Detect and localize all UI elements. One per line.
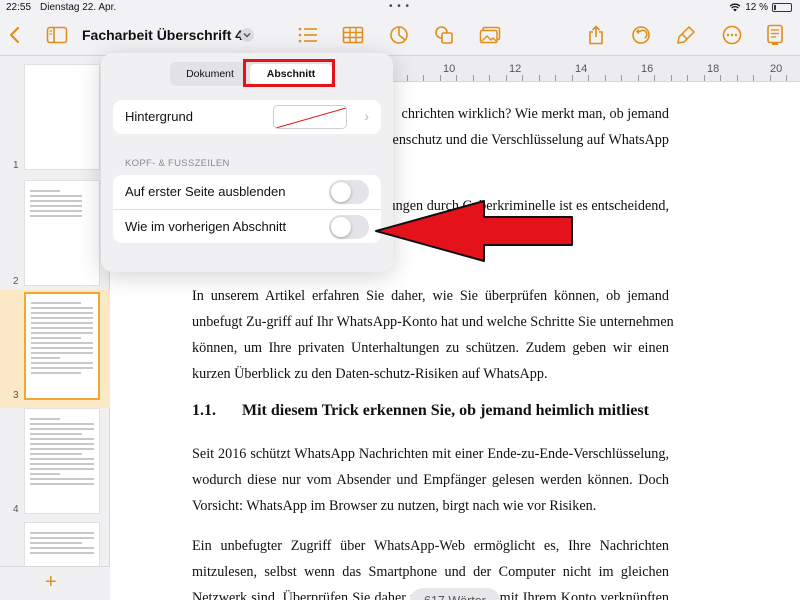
background-card: Hintergrund › bbox=[113, 100, 381, 134]
format-brush-icon[interactable] bbox=[673, 22, 699, 48]
ruler-tick bbox=[489, 75, 490, 81]
ruler-tick bbox=[572, 75, 573, 81]
battery-percent: 12 % bbox=[745, 2, 768, 13]
ruler-number: 16 bbox=[641, 63, 654, 75]
chart-icon[interactable] bbox=[386, 22, 412, 48]
status-time: 22:55 bbox=[6, 2, 32, 13]
pages-app-window: 22:55 Dienstag 22. Apr. • • • 12 % Facha… bbox=[0, 0, 800, 600]
text-line: unbefugt Zu-griff auf Ihr WhatsApp-Konto… bbox=[192, 314, 674, 330]
page-number: 3 bbox=[13, 390, 19, 401]
ruler-number: 20 bbox=[770, 63, 783, 75]
ruler-number: 14 bbox=[575, 63, 588, 75]
ruler-tick bbox=[704, 75, 705, 81]
paragraph-article: In unserem Artikel erfahren Sie daher, w… bbox=[192, 283, 674, 387]
ruler-tick bbox=[539, 75, 540, 81]
text-line: kurzen Überblick zu den Daten-schutz-Ris… bbox=[192, 366, 548, 382]
ruler-tick bbox=[588, 75, 589, 81]
page-thumbnail-selected[interactable] bbox=[24, 292, 100, 400]
ruler-tick bbox=[522, 75, 523, 81]
shape-icon[interactable] bbox=[431, 22, 457, 48]
section-heading: 1.1. Mit diesem Trick erkennen Sie, ob je… bbox=[192, 402, 649, 420]
heading-number: 1.1. bbox=[192, 402, 216, 419]
text-line: mitzulesen, selbst wenn das Smartphone u… bbox=[192, 564, 669, 580]
text-line: können, um Ihre privaten Unterhaltungen … bbox=[192, 340, 669, 356]
ruler-tick bbox=[621, 75, 622, 81]
hide-first-page-label: Auf erster Seite ausblenden bbox=[125, 184, 286, 199]
page-number: 1 bbox=[13, 160, 19, 171]
status-bar: 22:55 Dienstag 22. Apr. • • • 12 % bbox=[0, 0, 800, 16]
header-footer-section-title: KOPF- & FUSSZEILEN bbox=[125, 158, 230, 169]
background-row[interactable]: Hintergrund › bbox=[113, 100, 381, 134]
sidebar-toggle-icon[interactable] bbox=[44, 22, 70, 48]
media-icon[interactable] bbox=[477, 22, 503, 48]
add-page-button[interactable]: + bbox=[45, 571, 57, 594]
undo-icon[interactable] bbox=[628, 22, 654, 48]
ruler-tick bbox=[407, 75, 408, 81]
chevron-right-icon: › bbox=[364, 108, 369, 124]
page-thumbnail[interactable] bbox=[24, 408, 100, 514]
annotation-arrow-icon bbox=[375, 200, 573, 262]
same-as-previous-toggle[interactable] bbox=[329, 215, 369, 239]
hide-first-page-toggle[interactable] bbox=[329, 180, 369, 204]
ruler-tick bbox=[555, 75, 556, 81]
ruler-tick bbox=[687, 75, 688, 81]
heading-text: Mit diesem Trick erkennen Sie, ob jemand… bbox=[242, 402, 649, 419]
same-as-previous-row: Wie im vorherigen Abschnitt bbox=[113, 209, 381, 243]
page-thumbnail[interactable] bbox=[24, 180, 100, 286]
paragraph-encryption: Seit 2016 schützt WhatsApp Nachrichten m… bbox=[192, 441, 669, 519]
battery-icon bbox=[772, 3, 792, 12]
toolbar: Facharbeit Überschrift 4 bbox=[0, 16, 800, 56]
ruler-tick bbox=[638, 75, 639, 81]
sidebar-footer: + bbox=[0, 566, 110, 600]
list-icon[interactable] bbox=[295, 22, 321, 48]
header-footer-card: Auf erster Seite ausblenden Wie im vorhe… bbox=[113, 175, 381, 243]
ruler-tick bbox=[506, 75, 507, 81]
ruler-number: 10 bbox=[443, 63, 456, 75]
title-chevron-down-icon[interactable] bbox=[240, 28, 254, 42]
status-right: 12 % bbox=[729, 2, 792, 13]
text-line: Vorsicht: WhatsApp im Browser zu nutzen,… bbox=[192, 498, 597, 514]
word-count-badge[interactable]: 617 Wörter bbox=[410, 588, 500, 600]
ruler-number: 12 bbox=[509, 63, 522, 75]
hide-first-page-row: Auf erster Seite ausblenden bbox=[113, 175, 381, 209]
ruler-tick bbox=[605, 75, 606, 81]
page-thumbnails-sidebar: 1 2 3 4 + bbox=[0, 56, 110, 600]
ruler-tick bbox=[671, 75, 672, 81]
ruler-tick bbox=[473, 75, 474, 81]
same-as-previous-label: Wie im vorherigen Abschnitt bbox=[125, 219, 287, 234]
annotation-highlight-box bbox=[243, 59, 335, 87]
back-chevron-icon[interactable] bbox=[2, 22, 28, 48]
text-line: Ein unbefugter Zugriff über WhatsApp-Web… bbox=[192, 538, 669, 554]
page-number: 4 bbox=[13, 504, 19, 515]
share-icon[interactable] bbox=[583, 22, 609, 48]
background-color-swatch[interactable] bbox=[273, 105, 347, 129]
page-thumbnail[interactable] bbox=[24, 64, 100, 170]
background-label: Hintergrund bbox=[125, 109, 193, 124]
ruler-tick bbox=[456, 75, 457, 81]
ruler-tick bbox=[423, 75, 424, 81]
ruler-tick bbox=[786, 75, 787, 81]
multitasking-dots-icon[interactable]: • • • bbox=[389, 1, 410, 12]
page-number: 2 bbox=[13, 276, 19, 287]
ruler-tick bbox=[753, 75, 754, 81]
page-thumbnail[interactable] bbox=[24, 522, 100, 572]
tab-document[interactable]: Dokument bbox=[172, 64, 248, 84]
document-setup-icon[interactable] bbox=[762, 22, 788, 48]
status-date: Dienstag 22. Apr. bbox=[40, 2, 117, 13]
ruler-tick bbox=[737, 75, 738, 81]
table-icon[interactable] bbox=[340, 22, 366, 48]
document-title[interactable]: Facharbeit Überschrift 4 bbox=[82, 27, 243, 43]
text-line: wodurch diese nur vom Absender und Empfä… bbox=[192, 472, 669, 488]
text-line: Seit 2016 schützt WhatsApp Nachrichten m… bbox=[192, 446, 669, 462]
ruler-tick bbox=[654, 75, 655, 81]
ruler-tick bbox=[440, 75, 441, 81]
ruler-number: 18 bbox=[707, 63, 720, 75]
more-icon[interactable] bbox=[719, 22, 745, 48]
ruler-tick bbox=[770, 75, 771, 81]
text-line: In unserem Artikel erfahren Sie daher, w… bbox=[192, 288, 669, 304]
wifi-icon bbox=[729, 3, 741, 12]
ruler-tick bbox=[720, 75, 721, 81]
